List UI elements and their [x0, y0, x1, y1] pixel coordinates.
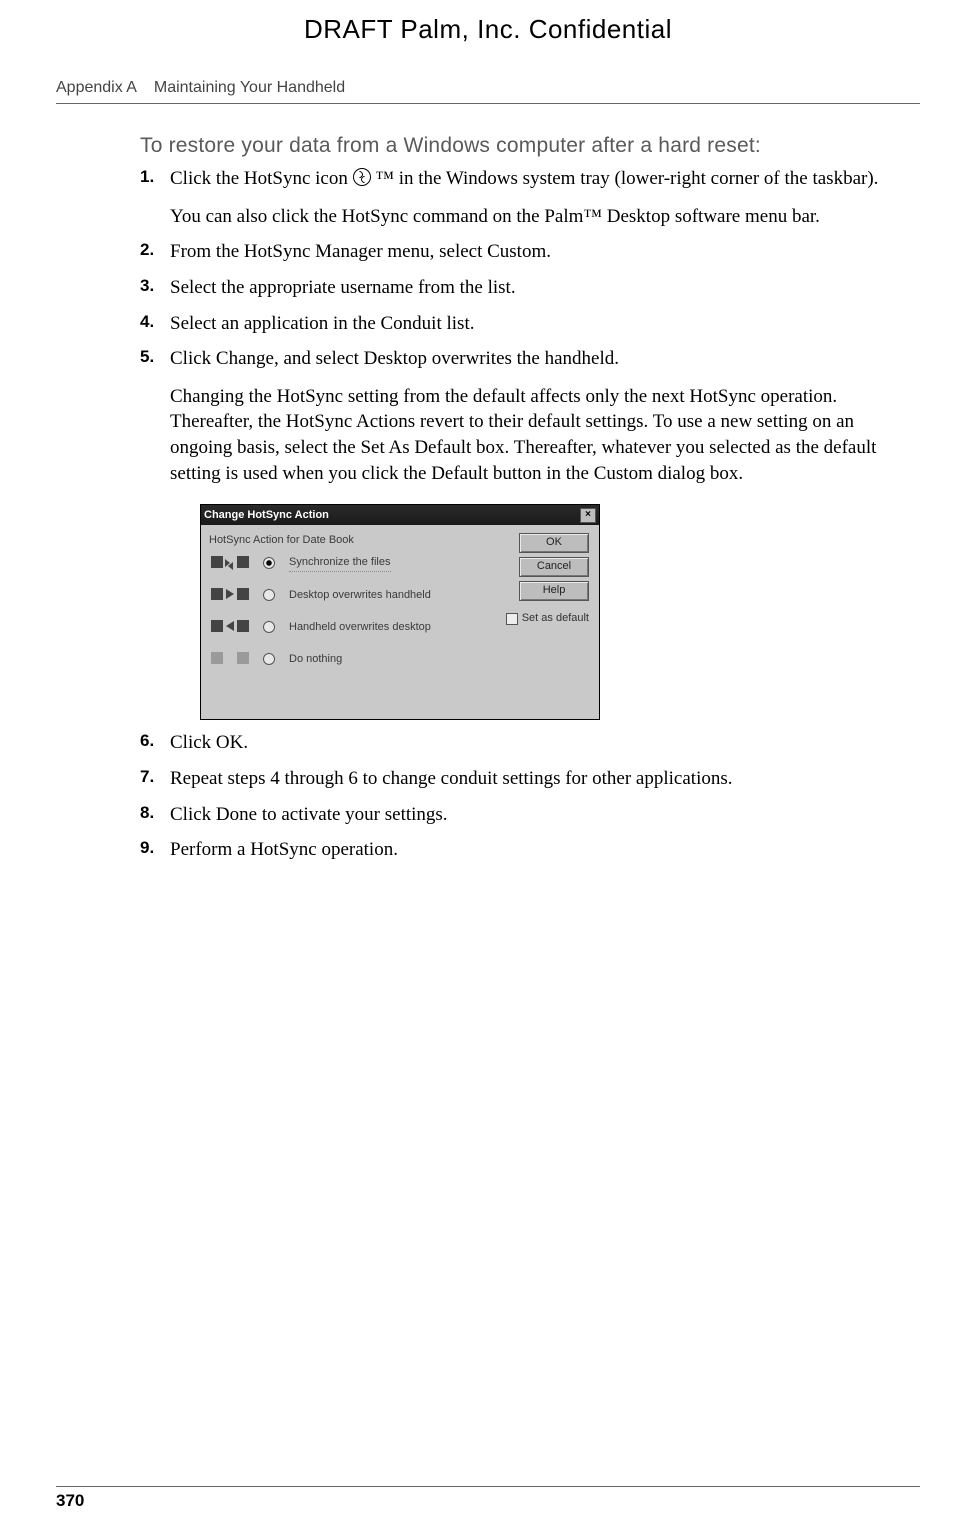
sync-icon — [211, 554, 249, 572]
step-1: Click the HotSync icon ™ in the Windows … — [140, 166, 920, 229]
set-as-default-label: Set as default — [522, 611, 589, 626]
handheld-overwrites-icon — [211, 618, 249, 636]
step-5-text: Click Change, and select Desktop overwri… — [170, 348, 619, 369]
radio-handheld-overwrites-label: Handheld overwrites desktop — [289, 620, 431, 635]
page-number: 370 — [56, 1491, 84, 1510]
radio-desktop-overwrites-label: Desktop overwrites handheld — [289, 588, 431, 603]
appendix-label: Appendix A — [56, 79, 136, 96]
step-2: From the HotSync Manager menu, select Cu… — [140, 239, 920, 265]
ok-button[interactable]: OK — [519, 533, 589, 553]
dialog-button-column: OK Cancel Help — [519, 533, 591, 605]
radio-desktop-overwrites[interactable] — [263, 589, 275, 601]
option-do-nothing[interactable]: Do nothing — [211, 650, 591, 668]
step-9: Perform a HotSync operation. — [140, 837, 920, 863]
step-6: Click OK. — [140, 730, 920, 756]
step-3: Select the appropriate username from the… — [140, 275, 920, 301]
page-header: Appendix A Maintaining Your Handheld — [0, 45, 976, 103]
dialog-body: HotSync Action for Date Book Synchronize… — [201, 525, 599, 719]
set-as-default-wrap[interactable]: Set as default — [506, 611, 589, 626]
step-8: Click Done to activate your settings. — [140, 802, 920, 828]
desktop-overwrites-icon — [211, 586, 249, 604]
step-1-extra: You can also click the HotSync command o… — [170, 204, 920, 230]
steps-list: Click the HotSync icon ™ in the Windows … — [140, 166, 920, 863]
cancel-button[interactable]: Cancel — [519, 557, 589, 577]
step-1-text-after: ™ in the Windows system tray (lower-righ… — [375, 168, 878, 189]
step-5-extra: Changing the HotSync setting from the de… — [170, 384, 920, 487]
step-4: Select an application in the Conduit lis… — [140, 311, 920, 337]
section-title: Maintaining Your Handheld — [154, 79, 345, 96]
set-as-default-checkbox[interactable] — [506, 613, 518, 625]
hotsync-icon — [353, 168, 371, 186]
page-footer: 370 — [56, 1486, 920, 1511]
radio-handheld-overwrites[interactable] — [263, 621, 275, 633]
radio-do-nothing[interactable] — [263, 653, 275, 665]
dialog-title-text: Change HotSync Action — [204, 508, 329, 523]
content: To restore your data from a Windows comp… — [0, 104, 976, 863]
help-button[interactable]: Help — [519, 581, 589, 601]
step-5: Click Change, and select Desktop overwri… — [140, 346, 920, 720]
step-7: Repeat steps 4 through 6 to change condu… — [140, 766, 920, 792]
radio-sync-label: Synchronize the files — [289, 555, 391, 572]
change-hotsync-dialog: Change HotSync Action × HotSync Action f… — [200, 504, 600, 720]
do-nothing-icon — [211, 650, 249, 668]
close-icon[interactable]: × — [580, 508, 596, 523]
radio-do-nothing-label: Do nothing — [289, 652, 342, 667]
radio-sync[interactable] — [263, 557, 275, 569]
task-title: To restore your data from a Windows comp… — [140, 134, 920, 158]
draft-banner: DRAFT Palm, Inc. Confidential — [0, 0, 976, 45]
step-1-text-before: Click the HotSync icon — [170, 168, 353, 189]
dialog-titlebar: Change HotSync Action × — [201, 505, 599, 525]
